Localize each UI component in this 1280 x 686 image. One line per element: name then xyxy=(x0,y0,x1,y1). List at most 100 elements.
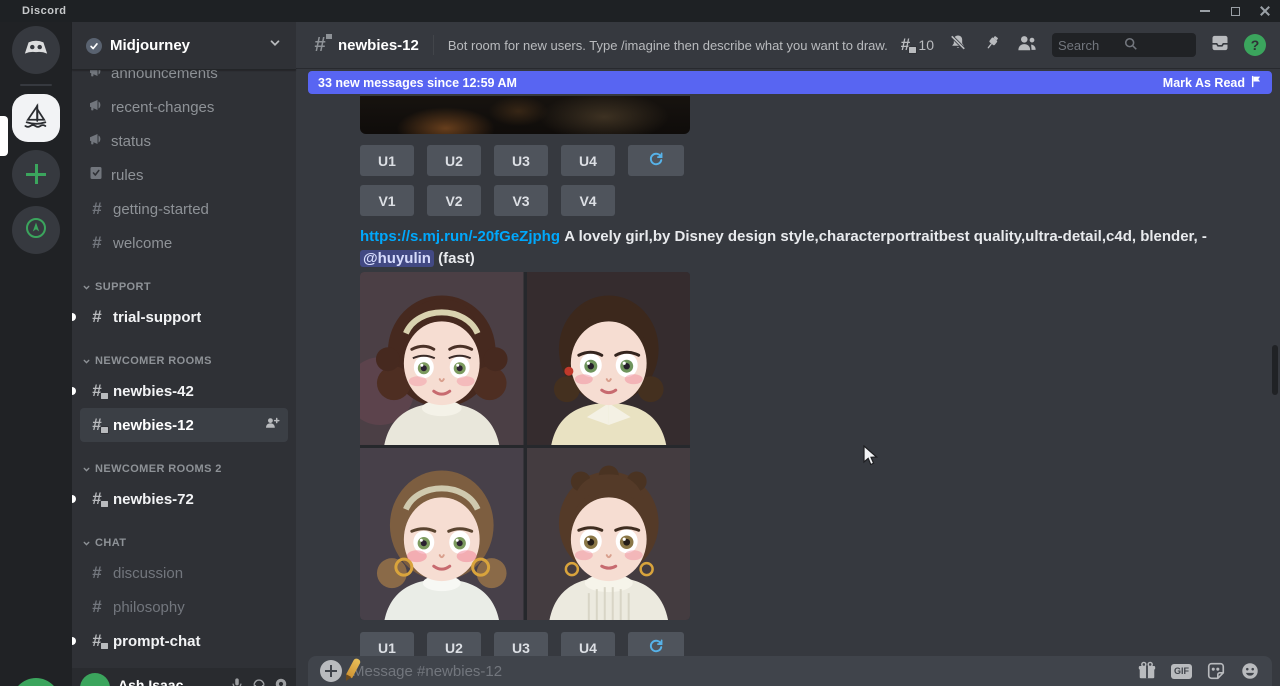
attach-plus-icon[interactable] xyxy=(320,660,342,682)
sidebar-item-recent-changes[interactable]: recent-changes xyxy=(80,90,288,124)
header-divider xyxy=(433,35,434,55)
sidebar-item-welcome[interactable]: welcome xyxy=(80,226,288,260)
search-icon xyxy=(1124,37,1190,54)
mode-label: (fast) xyxy=(438,250,475,267)
add-server-button[interactable] xyxy=(12,150,60,198)
midjourney-server-button[interactable] xyxy=(12,94,60,142)
chat-header: newbies-12 Bot room for new users. Type … xyxy=(296,22,1280,68)
window-controls xyxy=(1190,0,1280,22)
previous-image-partial[interactable] xyxy=(360,96,690,134)
sidebar-item-status[interactable]: status xyxy=(80,124,288,158)
chat-area: newbies-12 Bot room for new users. Type … xyxy=(296,22,1280,686)
unread-indicator xyxy=(72,637,76,645)
sailboat-icon xyxy=(21,101,51,136)
v4-button[interactable]: V4 xyxy=(561,185,615,216)
question-mark-icon: ? xyxy=(1251,37,1260,53)
v3-button[interactable]: V3 xyxy=(494,185,548,216)
generated-image-q4[interactable] xyxy=(527,448,691,621)
sidebar-item-discussion[interactable]: discussion xyxy=(80,556,288,590)
mj-job-link[interactable]: https://s.mj.run/-20fGeZjphg xyxy=(360,228,560,245)
sticker-icon[interactable] xyxy=(1206,661,1226,681)
pinned-messages-button[interactable] xyxy=(982,33,1002,58)
v2-button[interactable]: V2 xyxy=(427,185,481,216)
maximize-button[interactable] xyxy=(1220,0,1250,22)
close-button[interactable] xyxy=(1250,0,1280,22)
v1-button[interactable]: V1 xyxy=(360,185,414,216)
channel-topic[interactable]: Bot room for new users. Type /imagine th… xyxy=(448,38,888,53)
rail-divider xyxy=(20,84,52,86)
emoji-icon[interactable] xyxy=(1240,661,1260,681)
server-header[interactable]: Midjourney xyxy=(72,22,296,70)
category-newcomer-rooms-2[interactable]: NEWCOMER ROOMS 2 xyxy=(80,456,288,482)
sidebar-item-prompt-chat[interactable]: prompt-chat xyxy=(80,624,288,658)
category-chat[interactable]: CHAT xyxy=(80,530,288,556)
discord-window: Discord xyxy=(0,0,1280,686)
u1-button[interactable]: U1 xyxy=(360,145,414,176)
server-icon-partial[interactable] xyxy=(12,678,60,686)
message-input-bar: Message #newbies-12 GIF xyxy=(308,656,1272,686)
notification-mute-button[interactable] xyxy=(948,33,968,58)
chevron-down-icon xyxy=(82,357,91,366)
pin-icon xyxy=(982,33,1002,58)
chat-scrollbar-thumb[interactable] xyxy=(1272,345,1278,395)
sidebar-item-philosophy[interactable]: philosophy xyxy=(80,590,288,624)
discord-home-button[interactable] xyxy=(12,26,60,74)
generated-image-q1[interactable] xyxy=(360,272,524,445)
server-name: Midjourney xyxy=(110,37,260,54)
mark-as-read-button[interactable]: Mark As Read xyxy=(1163,75,1262,91)
megaphone-icon xyxy=(88,97,104,117)
hash-icon xyxy=(88,308,106,326)
category-newcomer-rooms[interactable]: NEWCOMER ROOMS xyxy=(80,348,288,374)
explore-servers-button[interactable] xyxy=(12,206,60,254)
category-support[interactable]: SUPPORT xyxy=(80,274,288,300)
new-messages-banner[interactable]: 33 new messages since 12:59 AM Mark As R… xyxy=(308,71,1272,94)
sidebar-item-newbies-72[interactable]: newbies-72 xyxy=(80,482,288,516)
refresh-icon xyxy=(647,150,665,171)
plus-icon xyxy=(26,164,46,184)
inbox-icon xyxy=(1210,33,1230,58)
gif-picker-button[interactable]: GIF xyxy=(1171,664,1192,679)
window-titlebar: Discord xyxy=(0,0,1280,22)
microphone-icon[interactable] xyxy=(230,677,244,686)
unread-indicator xyxy=(72,313,76,321)
u3-button[interactable]: U3 xyxy=(494,145,548,176)
help-button[interactable]: ? xyxy=(1244,34,1266,56)
generated-image-q2[interactable] xyxy=(527,272,691,445)
user-panel: Ash Isaac xyxy=(72,668,296,686)
variation-button-row: V1 V2 V3 V4 xyxy=(360,185,615,216)
generated-image-q3[interactable] xyxy=(360,448,524,621)
inbox-button[interactable] xyxy=(1210,33,1230,58)
generated-image-grid[interactable] xyxy=(360,272,690,620)
reroll-button[interactable] xyxy=(628,145,684,176)
chevron-down-icon xyxy=(82,539,91,548)
u2-button[interactable]: U2 xyxy=(427,145,481,176)
refresh-icon xyxy=(647,637,665,658)
threads-button[interactable]: 10 xyxy=(896,36,934,54)
settings-gear-icon[interactable] xyxy=(274,677,288,686)
u4-button[interactable]: U4 xyxy=(561,145,615,176)
avatar[interactable] xyxy=(80,673,110,686)
minimize-button[interactable] xyxy=(1190,0,1220,22)
megaphone-icon xyxy=(88,131,104,151)
hash-icon xyxy=(88,200,106,218)
sidebar-item-newbies-42[interactable]: newbies-42 xyxy=(80,374,288,408)
create-invite-icon[interactable] xyxy=(264,415,280,435)
sidebar-item-getting-started[interactable]: getting-started xyxy=(80,192,288,226)
search-input[interactable]: Search xyxy=(1052,33,1196,57)
unread-indicator xyxy=(72,387,76,395)
chevron-down-icon xyxy=(268,36,282,55)
chevron-down-icon xyxy=(82,465,91,474)
message-input[interactable]: Message #newbies-12 xyxy=(352,663,1127,680)
upscale-button-row: U1 U2 U3 U4 xyxy=(360,145,684,176)
hash-icon xyxy=(88,598,106,616)
sidebar-item-rules[interactable]: rules xyxy=(80,158,288,192)
headphones-icon[interactable] xyxy=(252,677,266,686)
user-mention[interactable]: @huyulin xyxy=(360,250,434,267)
sidebar-item-newbies-12[interactable]: newbies-12 xyxy=(80,408,288,442)
new-messages-text: 33 new messages since 12:59 AM xyxy=(318,76,517,90)
username: Ash Isaac xyxy=(118,677,183,686)
search-placeholder: Search xyxy=(1058,38,1124,53)
member-list-button[interactable] xyxy=(1016,33,1038,58)
sidebar-item-trial-support[interactable]: trial-support xyxy=(80,300,288,334)
gift-icon[interactable] xyxy=(1137,661,1157,681)
